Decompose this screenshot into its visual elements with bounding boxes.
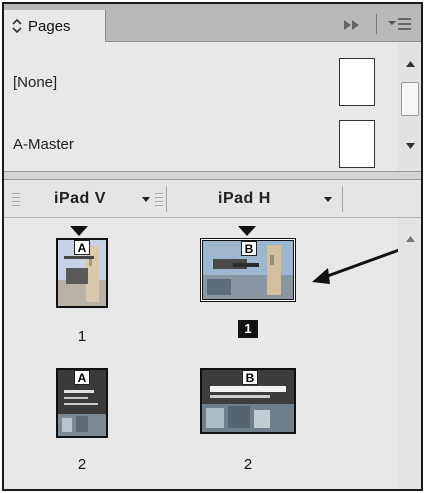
page-ipad-v-1[interactable]: A 1	[56, 238, 108, 345]
master-item-none[interactable]: [None]	[4, 52, 396, 112]
page-thumbnail[interactable]: B	[200, 368, 296, 434]
master-thumbnail[interactable]	[339, 120, 375, 168]
page-number: 2	[243, 456, 253, 473]
scroll-down-icon[interactable]	[406, 143, 415, 149]
spread-pointer-icon	[238, 226, 256, 236]
masters-section: [None] A-Master	[4, 43, 421, 171]
pages-tab[interactable]: Pages	[4, 10, 106, 42]
master-item-a-master[interactable]: A-Master	[4, 114, 396, 174]
page-ipad-v-2[interactable]: A 2	[56, 368, 108, 473]
grip-icon[interactable]	[12, 191, 20, 209]
column-separator	[342, 186, 343, 212]
pages-scrollbar[interactable]	[398, 218, 421, 489]
master-prefix-label: A	[74, 240, 90, 255]
master-thumbnail[interactable]	[339, 58, 375, 106]
master-prefix-label: B	[241, 241, 257, 256]
spread-pointer-icon	[70, 226, 88, 236]
masters-scrollbar[interactable]	[398, 43, 421, 171]
page-ipad-h-2[interactable]: B 2	[200, 368, 296, 473]
page-thumbnail-selected[interactable]: B	[200, 238, 296, 302]
panel-tab-bar: Pages	[4, 4, 421, 42]
master-prefix-label: A	[74, 370, 90, 385]
panel-menu-icon[interactable]	[388, 17, 412, 31]
pages-panel: Pages [None] A-Master iPad V iPad H A 1 …	[2, 2, 423, 491]
current-page-number: 1	[238, 320, 258, 338]
updown-icon	[12, 18, 22, 34]
page-number: 1	[77, 328, 87, 345]
layout-label-ipad-h[interactable]: iPad H	[218, 190, 271, 208]
scroll-up-icon[interactable]	[406, 61, 415, 67]
scroll-up-icon[interactable]	[406, 236, 415, 242]
tabbar-separator	[376, 14, 377, 34]
alternate-layout-header: iPad V iPad H	[4, 180, 421, 218]
forward-icon[interactable]	[343, 18, 361, 30]
scrollbar-thumb[interactable]	[401, 82, 419, 116]
page-ipad-h-1[interactable]: B 1	[200, 238, 296, 338]
page-number: 2	[77, 456, 87, 473]
page-thumbnail[interactable]: A	[56, 368, 108, 438]
page-thumbnail[interactable]: A	[56, 238, 108, 308]
grip-icon[interactable]	[155, 191, 163, 209]
chevron-down-icon[interactable]	[142, 197, 150, 202]
master-label: A-Master	[13, 135, 74, 153]
chevron-down-icon[interactable]	[324, 197, 332, 202]
pages-area: A 1 B 1 A 2 B 2	[4, 218, 421, 489]
section-divider-handle[interactable]	[4, 171, 421, 180]
master-label: [None]	[13, 73, 58, 91]
master-prefix-label: B	[242, 370, 258, 385]
layout-label-ipad-v[interactable]: iPad V	[54, 190, 106, 208]
pages-tab-label: Pages	[28, 17, 71, 35]
column-separator	[166, 186, 167, 212]
